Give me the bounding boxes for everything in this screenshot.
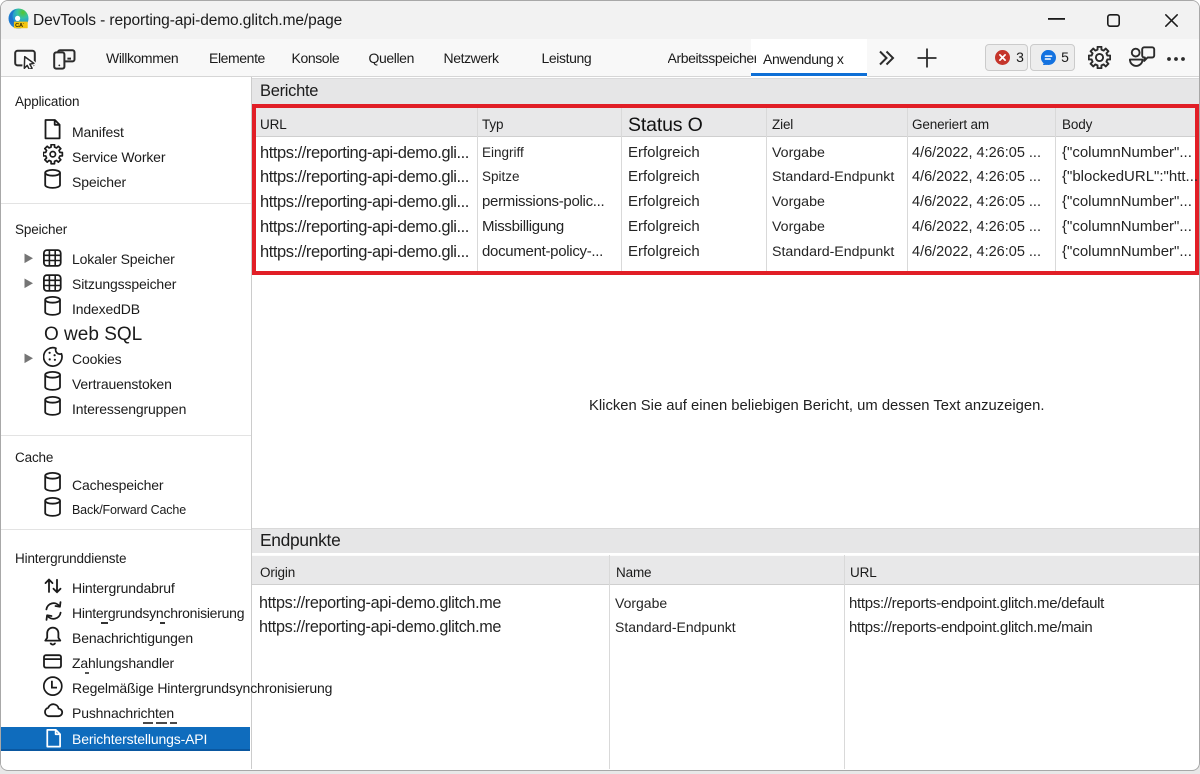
svg-text:CAˈ: CAˈ	[15, 23, 25, 29]
